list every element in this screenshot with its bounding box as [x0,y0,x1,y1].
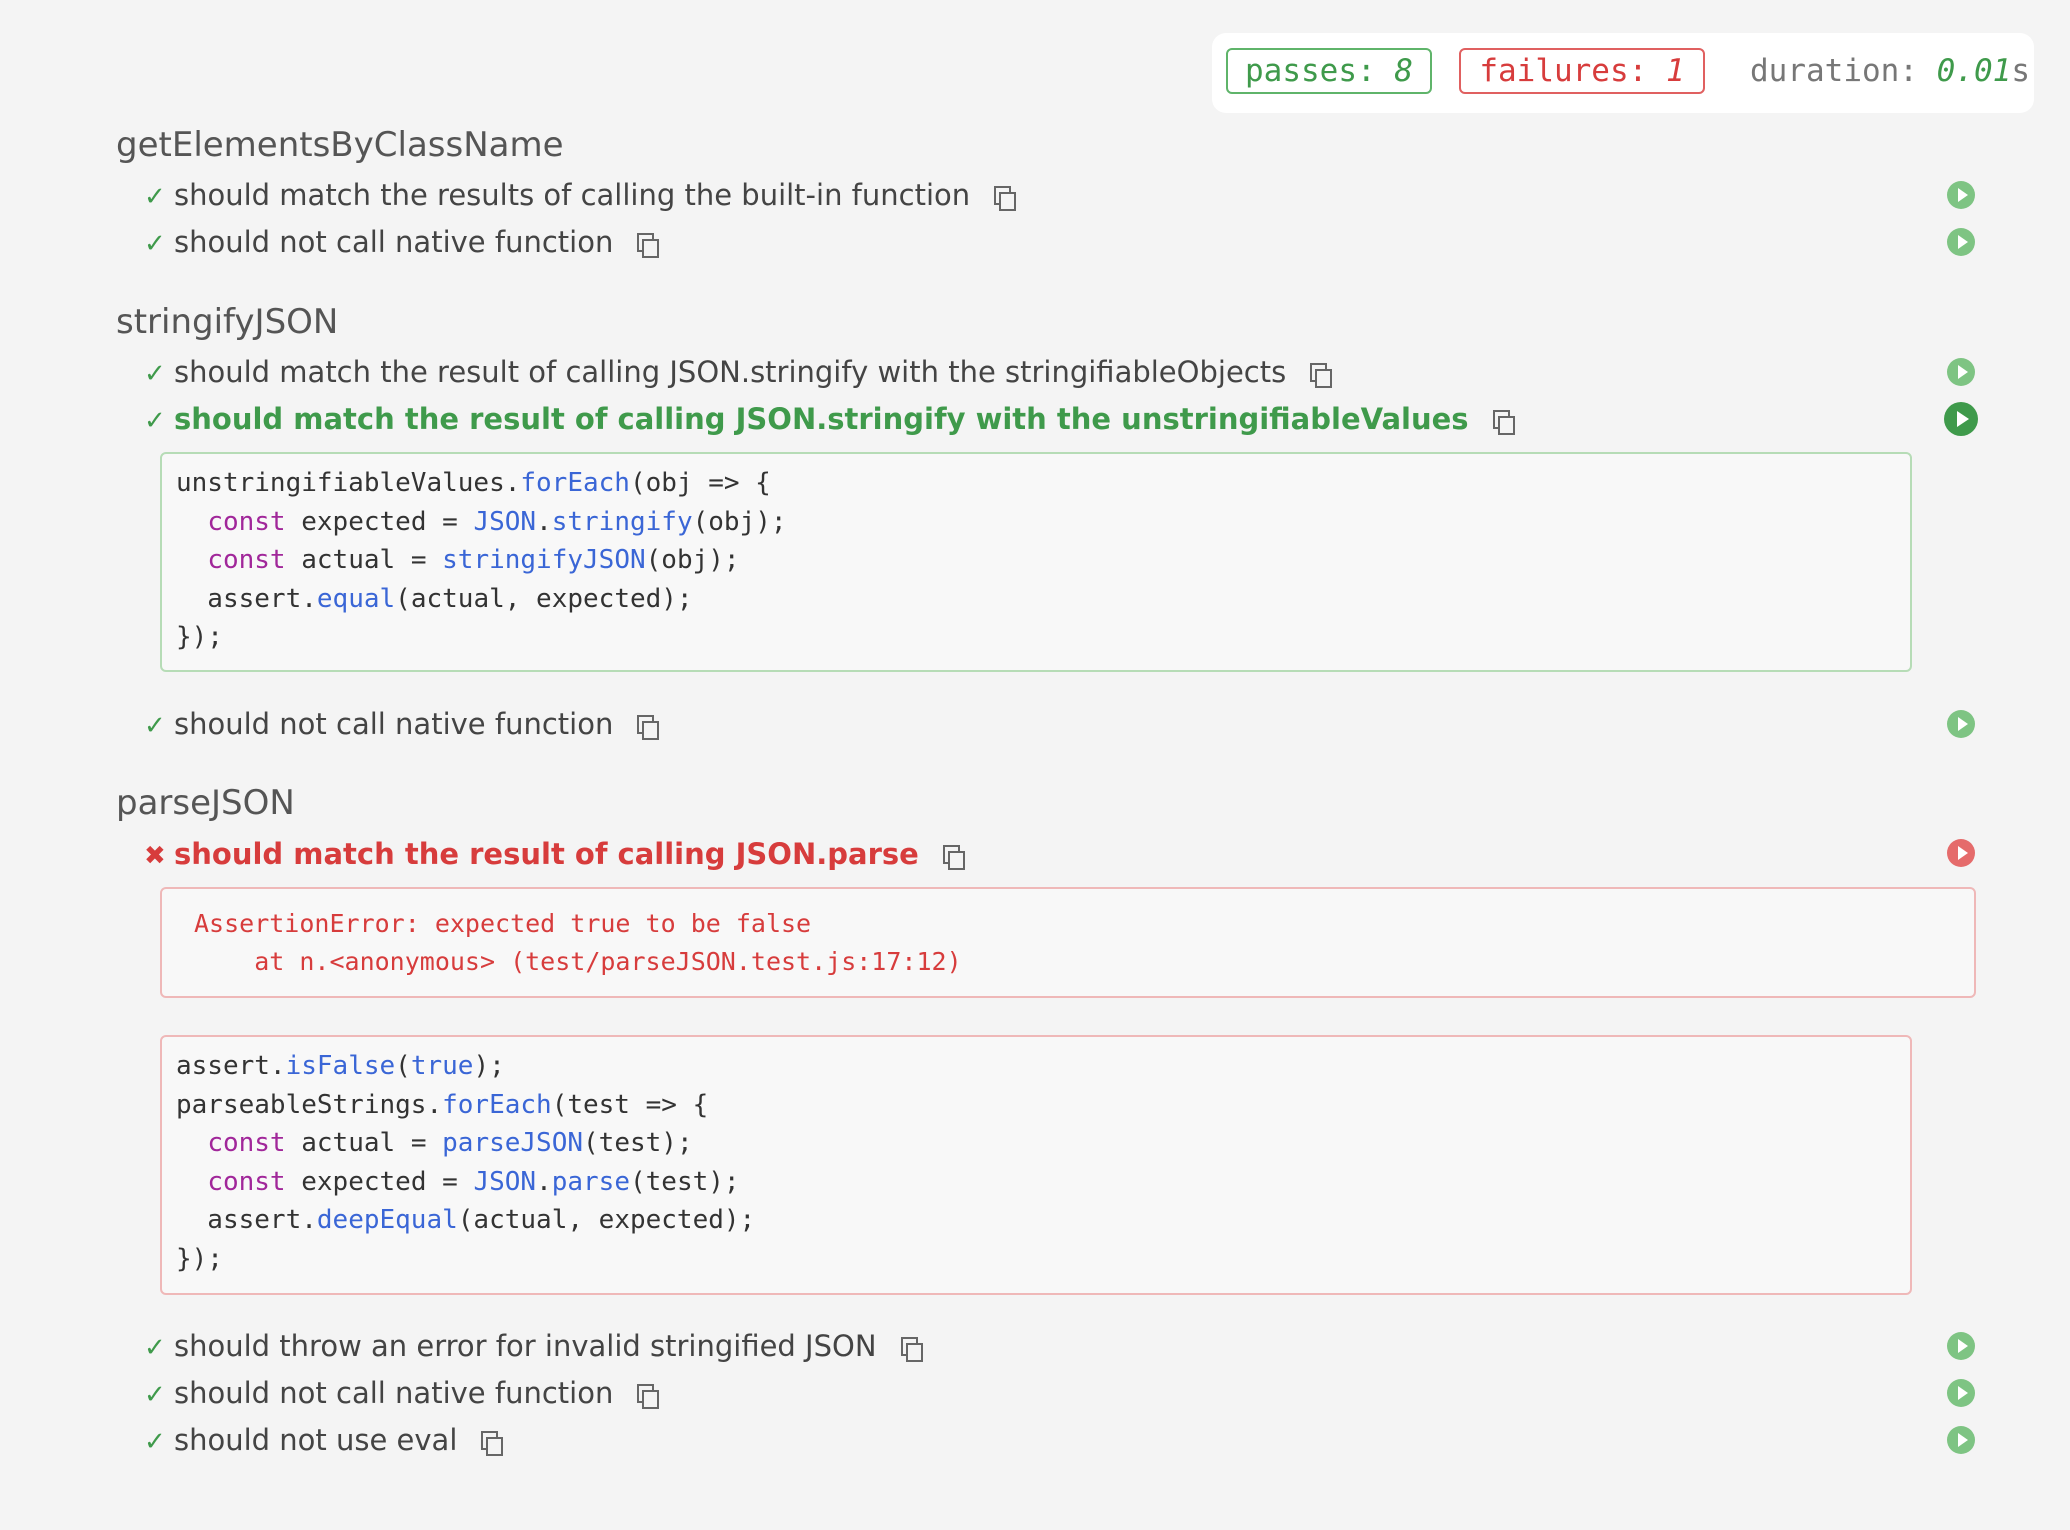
copy-icon[interactable] [1310,363,1333,388]
test-row-failed[interactable]: ✖ should match the result of calling JSON… [144,834,965,874]
replay-test-icon[interactable] [1947,1379,1975,1407]
error-stack-line: at n.<anonymous> (test/parseJSON.test.js… [194,947,962,976]
test-row-expanded[interactable]: ✓ should match the result of calling JSON… [144,399,1515,439]
replay-test-icon[interactable] [1947,1332,1975,1360]
stats-bar: passes: 8 failures: 1 duration: 0.01s [1212,33,2034,113]
replay-test-icon[interactable] [1947,839,1975,867]
test-row[interactable]: ✓ should match the results of calling the… [144,175,1017,215]
pass-check-icon: ✓ [144,1380,166,1410]
test-row[interactable]: ✓ should throw an error for invalid strin… [144,1326,923,1366]
suite-title[interactable]: parseJSON [116,783,295,823]
duration: duration: 0.01s [1750,48,2030,94]
failures-label: failures: [1479,53,1648,89]
test-title[interactable]: should throw an error for invalid string… [174,1329,877,1363]
pass-check-icon: ✓ [144,182,166,212]
test-title[interactable]: should match the result of calling JSON.… [174,837,919,871]
pass-check-icon: ✓ [144,229,166,259]
duration-unit: s [2011,53,2030,89]
test-row[interactable]: ✓ should not call native function [144,222,660,262]
pass-check-icon: ✓ [144,1427,166,1457]
pass-check-icon: ✓ [144,711,166,741]
duration-label: duration: [1750,53,1918,89]
copy-icon[interactable] [900,1337,923,1362]
test-row[interactable]: ✓ should not call native function [144,704,660,744]
test-source-code: assert.isFalse(true); parseableStrings.f… [160,1035,1912,1295]
fail-cross-icon: ✖ [144,841,166,871]
test-row[interactable]: ✓ should not use eval [144,1420,504,1460]
replay-test-icon[interactable] [1947,1426,1975,1454]
replay-test-icon[interactable] [1947,710,1975,738]
replay-test-icon[interactable] [1944,402,1978,436]
copy-icon[interactable] [1492,410,1515,435]
copy-icon[interactable] [942,845,965,870]
copy-icon[interactable] [637,1384,660,1409]
pass-check-icon: ✓ [144,406,166,436]
failures-count: 1 [1665,53,1685,89]
passes-filter[interactable]: passes: 8 [1226,48,1432,94]
error-line: AssertionError: expected true to be fals… [194,909,812,938]
replay-test-icon[interactable] [1947,181,1975,209]
test-title[interactable]: should match the result of calling JSON.… [174,355,1286,389]
copy-icon[interactable] [637,715,660,740]
replay-test-icon[interactable] [1947,358,1975,386]
copy-icon[interactable] [481,1431,504,1456]
test-row[interactable]: ✓ should not call native function [144,1373,660,1413]
test-title[interactable]: should not call native function [174,707,613,741]
copy-icon[interactable] [994,186,1017,211]
suite-title[interactable]: stringifyJSON [116,302,338,342]
test-title[interactable]: should not use eval [174,1423,457,1457]
suite-title[interactable]: getElementsByClassName [116,125,564,165]
copy-icon[interactable] [637,233,660,258]
passes-label: passes: [1245,53,1376,89]
pass-check-icon: ✓ [144,359,166,389]
test-row[interactable]: ✓ should match the result of calling JSON… [144,352,1333,392]
failures-filter[interactable]: failures: 1 [1459,48,1705,94]
duration-value: 0.01 [1936,53,2012,89]
test-title[interactable]: should match the results of calling the … [174,178,970,212]
test-title[interactable]: should match the result of calling JSON.… [174,402,1469,436]
error-message: AssertionError: expected true to be fals… [160,887,1976,998]
test-title[interactable]: should not call native function [174,225,613,259]
pass-check-icon: ✓ [144,1333,166,1363]
passes-count: 8 [1394,53,1413,89]
test-source-code: unstringifiableValues.forEach(obj => { c… [160,452,1912,672]
replay-test-icon[interactable] [1947,228,1975,256]
test-title[interactable]: should not call native function [174,1376,613,1410]
